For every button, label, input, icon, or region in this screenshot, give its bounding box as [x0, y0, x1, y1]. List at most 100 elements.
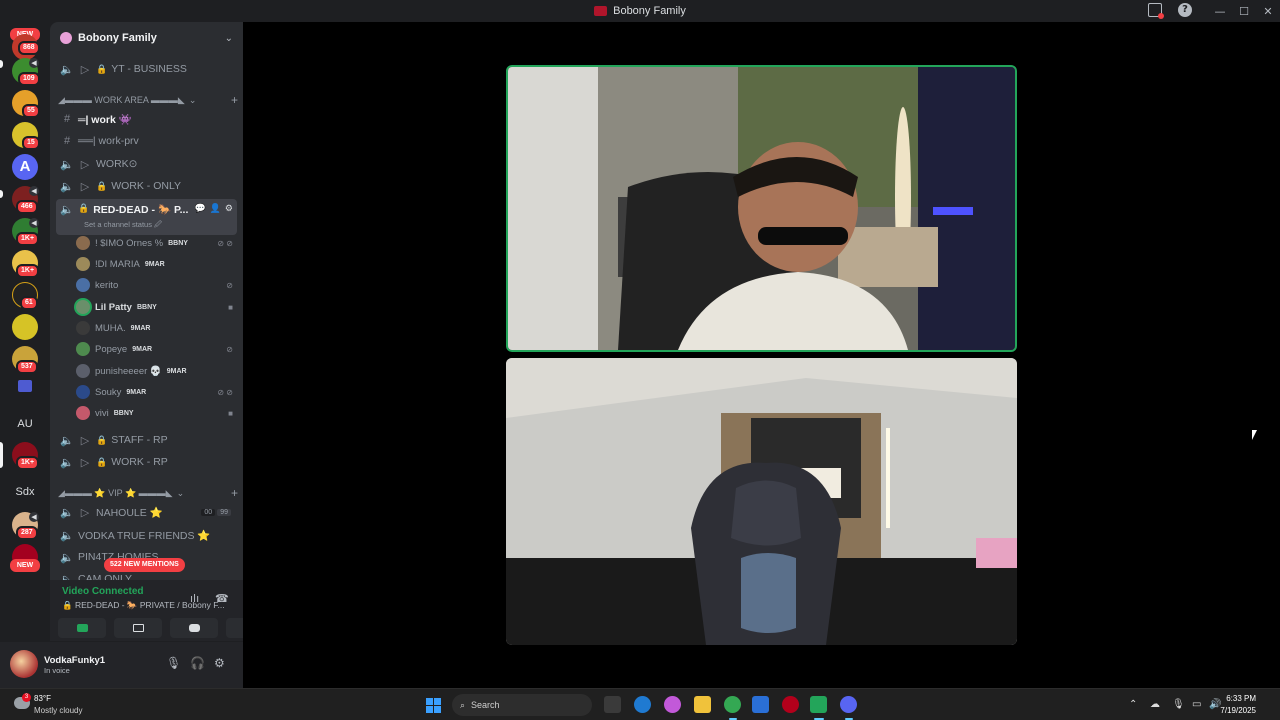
window-title-text: Bobony Family: [613, 5, 686, 17]
voice-member[interactable]: !DI MARIA 9MAR: [76, 254, 237, 274]
discord-icon[interactable]: [840, 696, 857, 713]
member-tag: 9MAR: [166, 367, 187, 375]
selected-pill: [0, 442, 3, 468]
camera-icon: ■: [228, 302, 233, 312]
channel-red-dead[interactable]: 🔈 🔒 RED-DEAD - 🐎 P... Set a channel stat…: [56, 199, 237, 235]
category-work-area[interactable]: ◢▬▬▬ WORK AREA ▬▬▬◣ ⌄ +: [58, 92, 238, 108]
microphone-icon[interactable]: 🎙: [1172, 699, 1185, 710]
server-header[interactable]: Bobony Family ⌄: [50, 22, 243, 54]
voice-member[interactable]: kerito ⊘: [76, 275, 237, 295]
channel-vodka-true-friends[interactable]: 🔈 VODKA TRUE FRIENDS ⭐: [56, 525, 237, 545]
screen-share-button[interactable]: [114, 618, 162, 638]
channel-work[interactable]: # ═| work 👾: [56, 109, 237, 129]
channel-label: ═| work 👾: [78, 113, 132, 126]
channel-work-only[interactable]: 🔈 ▷ 🔒 WORK - ONLY: [56, 176, 237, 196]
server-icon-a[interactable]: A: [12, 154, 38, 180]
video-tile-speaking[interactable]: [506, 65, 1017, 352]
windows-start-icon[interactable]: [426, 698, 441, 713]
chevron-down-icon[interactable]: ⌄: [225, 33, 233, 44]
channel-yt-business[interactable]: 🔈 ▷ 🔒 YT - BUSINESS: [56, 59, 237, 79]
chevron-down-icon: ⌄: [176, 487, 185, 498]
add-channel-icon[interactable]: +: [231, 486, 238, 500]
store-icon[interactable]: [752, 696, 769, 713]
voice-member[interactable]: Popeye 9MAR ⊘: [76, 339, 237, 359]
minimize-icon[interactable]: —: [1208, 5, 1232, 18]
taskbar-search[interactable]: ⌕ Search: [452, 694, 592, 716]
deafened-icon: ⊘ ⊘: [217, 387, 233, 397]
server-rail: NEW 868 ◀ 109 55 15 A ◀ 466 ◀ 1K+ 1K+ 61…: [0, 22, 50, 688]
member-name: Souky: [95, 386, 122, 398]
add-channel-icon[interactable]: +: [231, 93, 238, 107]
voice-member[interactable]: MUHA. 9MAR: [76, 318, 237, 338]
mouse-cursor: [1252, 430, 1257, 440]
new-unreads-badge-bottom[interactable]: NEW: [10, 559, 40, 572]
maximize-icon[interactable]: ☐: [1232, 5, 1256, 18]
voice-channel-icon: 🔈: [60, 529, 74, 542]
app-red-icon[interactable]: [782, 696, 799, 713]
channel-work-prv[interactable]: # ══| work-prv: [56, 131, 237, 151]
weather-condition[interactable]: Mostly cloudy: [34, 706, 82, 715]
display-icon[interactable]: ▭: [1192, 699, 1201, 710]
chevron-up-icon[interactable]: ⌃: [1129, 699, 1137, 710]
channel-staff-rp[interactable]: 🔈 ▷ 🔒 STAFF - RP: [56, 430, 237, 450]
screen-share-icon: [132, 624, 144, 632]
chrome-icon[interactable]: [724, 696, 741, 713]
search-icon: ⌕: [460, 699, 466, 710]
activities-button[interactable]: [170, 618, 218, 638]
voice-channel-path[interactable]: 🔒 RED-DEAD - 🐎 PRIVATE / Bobony F...: [62, 600, 225, 611]
channel-status-prompt[interactable]: Set a channel status 🖉: [84, 219, 162, 232]
app-green-icon[interactable]: [810, 696, 827, 713]
voice-member-speaking[interactable]: Lil Patty BBNY ■: [76, 297, 237, 317]
server-badge: 109: [18, 72, 40, 86]
chat-icon[interactable]: 💬: [194, 203, 205, 214]
gear-icon[interactable]: ⚙: [214, 656, 225, 670]
headphones-icon[interactable]: 🎧: [190, 656, 205, 670]
server-badge: 466: [16, 200, 38, 214]
microphone-icon[interactable]: 🎙: [166, 656, 181, 670]
close-icon[interactable]: ✕: [1256, 5, 1280, 18]
signal-icon[interactable]: ılı: [190, 592, 199, 605]
weather-temperature[interactable]: 83°F: [34, 694, 51, 703]
camera-button[interactable]: [58, 618, 106, 638]
new-mentions-pill[interactable]: 522 NEW MENTIONS: [104, 558, 185, 572]
channel-label: NAHOULE ⭐: [96, 506, 163, 519]
user-panel: VodkaFunky1 In voice 🎙 🎧 ⚙: [0, 642, 243, 688]
server-au[interactable]: AU: [0, 418, 50, 430]
user-status: In voice: [44, 666, 70, 675]
lock-icon: 🔒: [78, 203, 90, 213]
video-tile[interactable]: [506, 358, 1017, 645]
copilot-icon[interactable]: [664, 696, 681, 713]
voice-member[interactable]: Souky 9MAR ⊘ ⊘: [76, 382, 237, 402]
voice-member[interactable]: punisheeeer 💀 9MAR: [76, 361, 237, 381]
channel-actions: 💬 👤 ⚙: [194, 203, 233, 214]
gear-icon[interactable]: ⚙: [225, 203, 233, 214]
inbox-icon[interactable]: [1148, 3, 1164, 19]
channel-nahoule[interactable]: 🔈 ▷ NAHOULE ⭐ 00 99: [56, 502, 237, 522]
channel-work-rp[interactable]: 🔈 ▷ 🔒 WORK - RP: [56, 452, 237, 472]
voice-member[interactable]: ! $IMO Ornes % BBNY ⊘ ⊘: [76, 233, 237, 253]
help-icon[interactable]: ?: [1178, 3, 1192, 17]
user-name[interactable]: VodkaFunky1: [44, 655, 105, 666]
server-sdx[interactable]: Sdx: [0, 486, 50, 498]
avatar: [76, 321, 90, 335]
file-explorer-icon[interactable]: [694, 696, 711, 713]
stage-icon: ▷: [80, 180, 90, 193]
server-icon[interactable]: [12, 314, 38, 340]
voice-status[interactable]: Video Connected: [62, 586, 144, 597]
voice-member[interactable]: vivi BBNY ■: [76, 403, 237, 423]
disconnect-icon[interactable]: ☎: [215, 592, 229, 605]
member-tag: BBNY: [168, 239, 188, 247]
invite-icon[interactable]: 👤: [210, 203, 221, 214]
system-clock[interactable]: 6:33 PM 7/19/2025: [1220, 693, 1256, 717]
folder-icon[interactable]: [18, 380, 32, 392]
channel-label: RED-DEAD - 🐎 P...: [93, 204, 189, 216]
task-view-icon[interactable]: [604, 696, 621, 713]
server-name: Bobony Family: [78, 32, 157, 44]
avatar[interactable]: [10, 650, 38, 678]
channel-work-o[interactable]: 🔈 ▷ WORK⊙: [56, 154, 237, 174]
edge-icon[interactable]: [634, 696, 651, 713]
cloud-sync-icon[interactable]: ☁: [1150, 699, 1160, 710]
category-vip[interactable]: ◢▬▬▬ ⭐ VIP ⭐ ▬▬▬◣ ⌄ +: [58, 485, 238, 501]
avatar: [76, 385, 90, 399]
text-channel-icon: #: [63, 135, 71, 147]
